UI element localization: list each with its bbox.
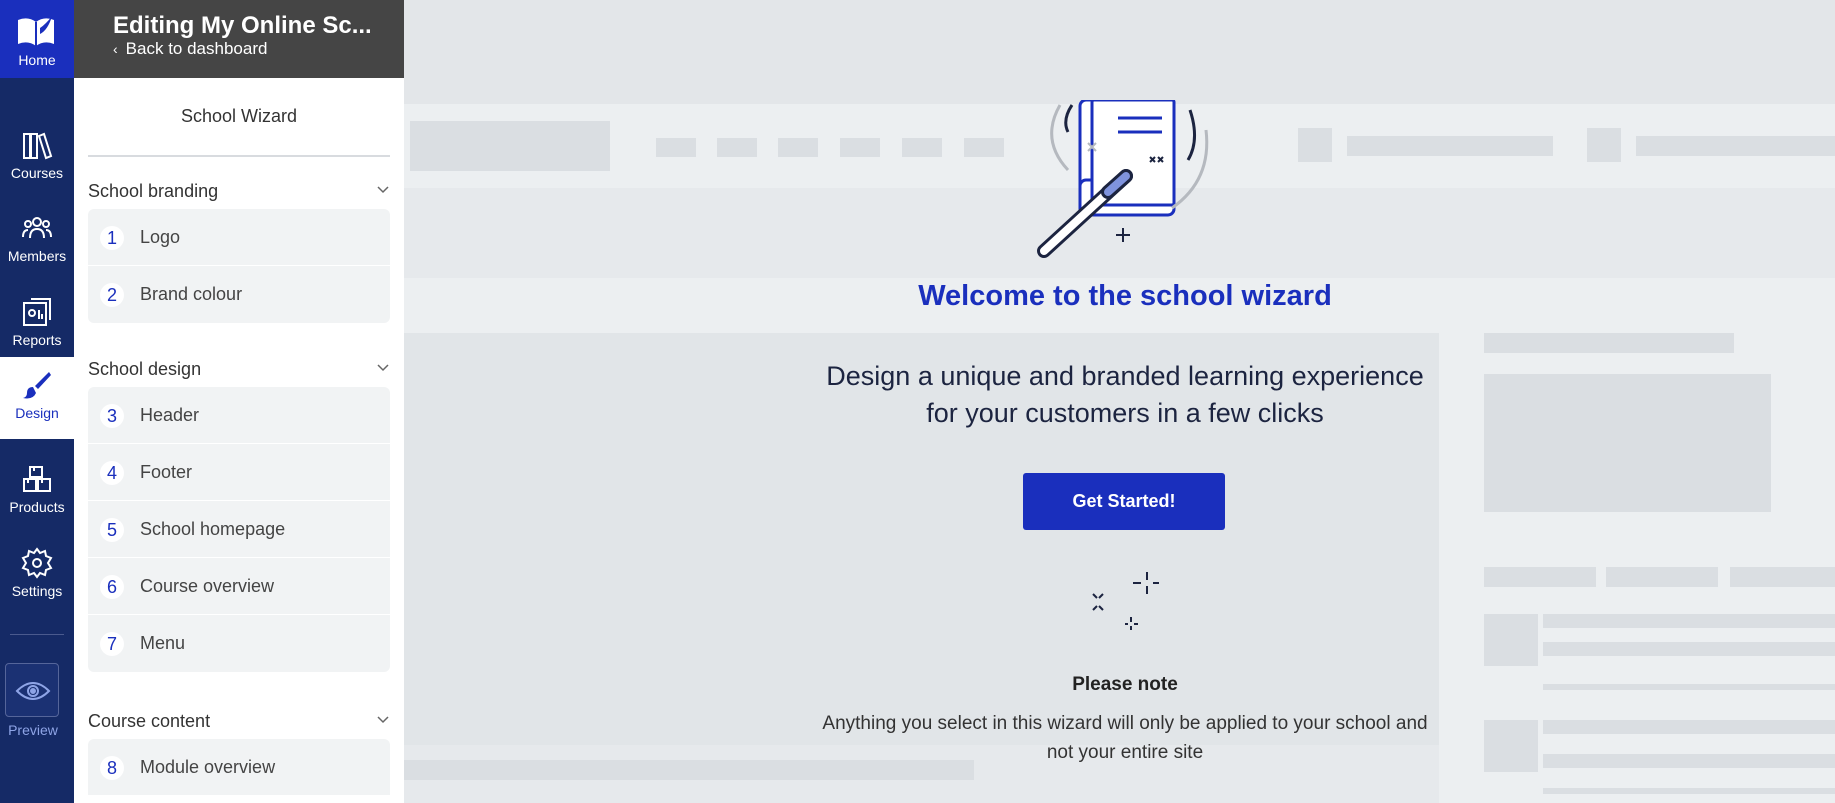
reports-icon: [23, 298, 51, 326]
section-school-branding: School branding 1 Logo 2 Brand colour: [88, 171, 390, 323]
wizard-title-divider: [88, 155, 390, 157]
section-title: School branding: [88, 181, 219, 201]
rail-item-products[interactable]: Products: [0, 451, 74, 533]
welcome-heading: Welcome to the school wizard: [918, 280, 1332, 312]
home-label: Home: [18, 52, 56, 68]
section-course-content: Course content 8 Module overview: [88, 701, 390, 796]
step-label: Course overview: [140, 576, 275, 596]
books-icon: [23, 132, 53, 160]
step-label: Menu: [140, 633, 186, 653]
boxes-icon: [23, 466, 51, 492]
section-header[interactable]: School design: [88, 349, 390, 387]
note-text-line-2: not your entire site: [1046, 742, 1204, 763]
wizard-step-logo[interactable]: 1 Logo: [88, 209, 390, 266]
preview-label: Preview: [8, 722, 58, 738]
gear-icon: [21, 547, 53, 579]
rail-divider: [10, 634, 64, 635]
wizard-book-illustration: [1037, 100, 1209, 258]
rail-item-members[interactable]: Members: [0, 200, 74, 282]
wizard-step-module-overview[interactable]: 8 Module overview: [88, 739, 390, 796]
eye-icon: [15, 682, 51, 700]
wizard-step-school-homepage[interactable]: 5 School homepage: [88, 501, 390, 558]
step-number: 7: [100, 632, 124, 656]
step-number: 5: [100, 518, 124, 542]
rail-label-reports: Reports: [12, 332, 62, 348]
chevron-down-icon: [377, 186, 389, 194]
wizard-step-menu[interactable]: 7 Menu: [88, 615, 390, 672]
wizard-panel: School Wizard School branding 1 Logo 2 B…: [74, 78, 404, 803]
rail-label-courses: Courses: [10, 165, 64, 181]
rail-label-members: Members: [7, 248, 67, 264]
section-header[interactable]: School branding: [88, 171, 390, 209]
wizard-step-footer[interactable]: 4 Footer: [88, 444, 390, 501]
chevron-left-icon: ‹: [113, 41, 118, 57]
note-text-line-1: Anything you select in this wizard will …: [822, 713, 1428, 734]
intro-text: Design a unique and branded learning exp…: [790, 358, 1460, 432]
rail-item-reports[interactable]: Reports: [0, 284, 74, 366]
step-label: Logo: [140, 227, 181, 247]
step-label: Brand colour: [140, 284, 243, 304]
chevron-down-icon: [377, 716, 389, 724]
step-number: 1: [100, 226, 124, 250]
back-label: Back to dashboard: [125, 39, 268, 58]
get-started-button[interactable]: Get Started!: [1023, 473, 1225, 530]
note-text: Anything you select in this wizard will …: [805, 709, 1445, 767]
school-title: Editing My Online Sc...: [113, 12, 372, 39]
wizard-step-course-overview[interactable]: 6 Course overview: [88, 558, 390, 615]
wizard-title: School Wizard: [180, 106, 298, 126]
section-header[interactable]: Course content: [88, 701, 390, 739]
rail-item-settings[interactable]: Settings: [0, 535, 74, 617]
note-heading: Please note: [1072, 674, 1178, 695]
step-label: Footer: [140, 462, 193, 482]
step-number: 2: [100, 283, 124, 307]
rail-label-products: Products: [9, 499, 65, 515]
section-title: School design: [88, 359, 202, 379]
home-button[interactable]: Home: [0, 0, 74, 78]
book-logo-icon: [18, 16, 54, 46]
step-number: 4: [100, 461, 124, 485]
back-to-dashboard-link[interactable]: ‹ Back to dashboard: [113, 39, 267, 59]
brush-icon: [23, 372, 51, 399]
intro-text-line-1: Design a unique and branded learning exp…: [826, 361, 1424, 391]
intro-text-line-2: for your customers in a few clicks: [926, 398, 1324, 428]
chevron-down-icon: [377, 364, 389, 372]
rail-label-design: Design: [15, 405, 59, 421]
step-label: Header: [140, 405, 200, 425]
step-number: 3: [100, 404, 124, 428]
editor-header: Editing My Online Sc... ‹ Back to dashboa…: [74, 0, 404, 78]
wizard-step-header[interactable]: 3 Header: [88, 387, 390, 444]
wizard-step-brand-colour[interactable]: 2 Brand colour: [88, 266, 390, 323]
section-title: Course content: [88, 711, 211, 731]
step-number: 6: [100, 575, 124, 599]
step-label: Module overview: [140, 757, 276, 777]
rail-item-design[interactable]: Design: [0, 357, 74, 439]
sparkle-icon: [1092, 572, 1159, 630]
left-navigation-rail: Home Courses Members Reports Design Prod…: [0, 0, 74, 803]
preview-button[interactable]: [5, 663, 59, 717]
rail-label-settings: Settings: [11, 583, 63, 599]
step-number: 8: [100, 756, 124, 780]
section-school-design: School design 3 Header 4 Footer 5 School…: [88, 349, 390, 672]
step-label: School homepage: [140, 519, 286, 539]
rail-item-courses[interactable]: Courses: [0, 117, 74, 199]
members-icon: [22, 217, 52, 239]
